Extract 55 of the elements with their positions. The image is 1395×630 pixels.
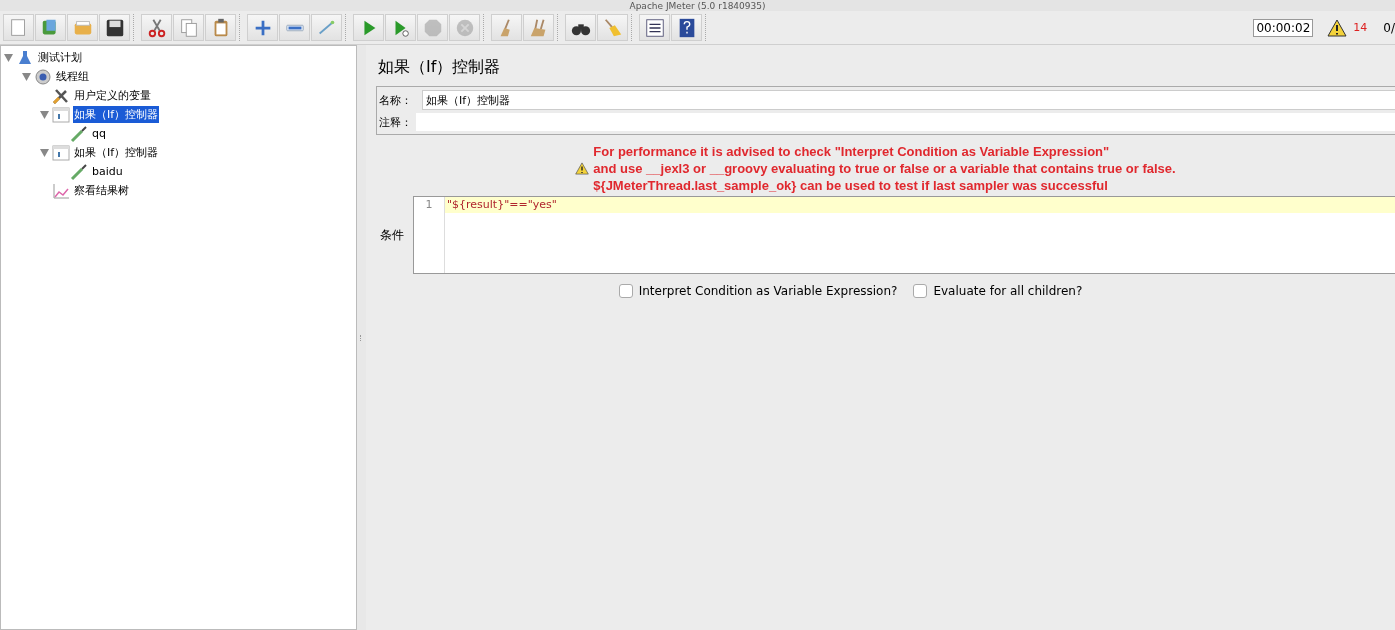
expanded-arrow-icon[interactable]	[40, 148, 52, 157]
thread-count: 0/	[1383, 20, 1395, 35]
expanded-arrow-icon[interactable]	[22, 72, 34, 81]
tree-item[interactable]: 用户定义的变量	[73, 87, 152, 104]
gear-icon	[34, 67, 52, 86]
warning-icon[interactable]	[1327, 18, 1348, 37]
tree-item[interactable]: 线程组	[55, 68, 90, 85]
tree-item[interactable]: 测试计划	[37, 49, 83, 66]
scissors-button[interactable]	[141, 14, 172, 41]
field-label: 注释：	[379, 114, 413, 130]
wand-button[interactable]	[311, 14, 342, 41]
minus-button[interactable]	[279, 14, 310, 41]
broom-button[interactable]	[491, 14, 522, 41]
document-button[interactable]	[3, 14, 34, 41]
play-button[interactable]	[385, 14, 416, 41]
field-label: 名称：	[379, 92, 413, 108]
pipette-icon	[70, 124, 88, 143]
clipboard-button[interactable]	[205, 14, 236, 41]
floppy-disk-button[interactable]	[99, 14, 130, 41]
plus-button[interactable]	[247, 14, 278, 41]
warning-icon	[575, 162, 590, 175]
panel-title: 如果（If）控制器	[377, 57, 502, 78]
pipette-icon	[70, 162, 88, 181]
broom-button[interactable]	[523, 14, 554, 41]
checkbox[interactable]	[618, 284, 633, 298]
list-icon	[643, 16, 666, 39]
window-title: Apache JMeter (5.0 r1840935)	[629, 0, 766, 11]
expanded-arrow-icon[interactable]	[40, 110, 52, 119]
graph-icon	[52, 181, 70, 200]
tree-item[interactable]: baidu	[91, 164, 124, 179]
window-icon	[52, 105, 70, 124]
field-label: 条件	[379, 226, 405, 244]
tree-item[interactable]: 如果（If）控制器	[73, 144, 160, 161]
error-count: 14	[1353, 21, 1368, 34]
window-icon	[52, 143, 70, 162]
tree-item[interactable]: qq	[91, 126, 107, 141]
elapsed-time-field: 00:00:02	[1253, 18, 1314, 37]
help-book-button[interactable]	[671, 14, 702, 41]
warning-text: For performance it is advised to check "Interpret Condition as Variable Expression"	[593, 143, 1111, 160]
list-button[interactable]	[639, 14, 670, 41]
play-button[interactable]	[353, 14, 384, 41]
binoculars-button[interactable]	[565, 14, 596, 41]
copy-button[interactable]	[173, 14, 204, 41]
code-editor[interactable]: 1 "${result}"=="yes"	[413, 196, 1395, 274]
book-button[interactable]	[35, 14, 66, 41]
checkbox-label: Evaluate for all children?	[933, 284, 1083, 298]
checkbox[interactable]	[913, 284, 928, 298]
checkbox-label: Interpret Condition as Variable Expression?	[638, 284, 898, 298]
expanded-arrow-icon[interactable]	[4, 53, 16, 62]
warning-text: and use __jexl3 or __groovy evaluating to true or false or a variable that contains true or false.	[593, 160, 1176, 177]
tree-item[interactable]: 如果（If）控制器	[73, 106, 160, 123]
name-field[interactable]: 如果（If）控制器	[422, 90, 1395, 110]
warning-text: ${JMeterThread.last_sample_ok} can be used to test if last sampler was successful	[593, 177, 1109, 194]
flask-icon	[16, 48, 34, 67]
tree-item[interactable]: 察看结果树	[73, 182, 130, 199]
